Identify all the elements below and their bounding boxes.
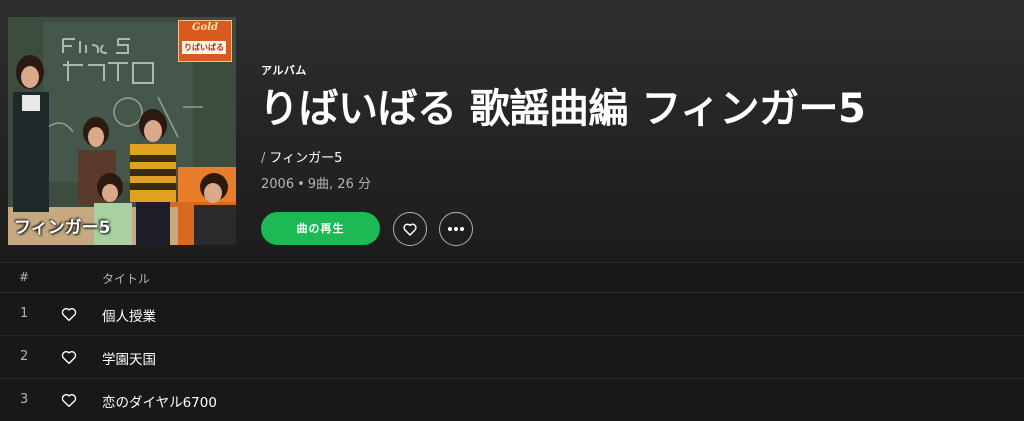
more-options-button[interactable]: [439, 212, 473, 246]
album-title: りばいばる 歌謡曲編 フィンガー5: [259, 86, 866, 132]
album-page: Gold りばいばる フィンガー5 アルバム りばいばる 歌謡曲編 フィンガー5…: [0, 0, 1024, 421]
artist-prefix: /: [261, 151, 266, 166]
heart-icon[interactable]: [60, 391, 78, 409]
column-number: #: [19, 270, 30, 284]
heart-icon[interactable]: [60, 348, 78, 366]
artist-line: / フィンガー5: [261, 147, 342, 166]
column-title[interactable]: タイトル: [102, 270, 150, 287]
track-row[interactable]: 3 恋のダイヤル6700: [0, 379, 1024, 421]
cover-badge-subtitle: りばいばる: [182, 41, 226, 54]
track-number: 2: [20, 349, 29, 364]
track-list-header: # タイトル: [0, 262, 1024, 293]
album-header: Gold りばいばる フィンガー5 アルバム りばいばる 歌謡曲編 フィンガー5…: [0, 0, 1024, 262]
meta-separator: •: [297, 177, 305, 192]
artist-link[interactable]: フィンガー5: [269, 151, 342, 166]
track-row[interactable]: 1 個人授業: [0, 293, 1024, 336]
album-year: 2006: [261, 177, 295, 192]
ellipsis-icon: [448, 227, 464, 231]
track-number: 3: [20, 392, 29, 407]
album-track-summary: 9曲, 26 分: [307, 177, 371, 192]
track-row[interactable]: 2 学園天国: [0, 336, 1024, 379]
track-number: 1: [20, 306, 29, 321]
cover-artist-caption: フィンガー5: [14, 218, 111, 238]
album-meta: 2006 • 9曲, 26 分: [261, 173, 371, 192]
track-list: # タイトル 1 個人授業 2 学園天国 3 恋のダイヤル6700: [0, 262, 1024, 421]
cover-badge-title: Gold: [191, 22, 218, 33]
play-button[interactable]: 曲の再生: [261, 212, 380, 245]
heart-icon: [403, 223, 417, 236]
like-album-button[interactable]: [393, 212, 427, 246]
track-title[interactable]: 個人授業: [102, 305, 156, 325]
heart-icon[interactable]: [60, 305, 78, 323]
track-title[interactable]: 学園天国: [102, 348, 156, 368]
album-cover: Gold りばいばる フィンガー5: [8, 17, 236, 245]
cover-badge: Gold りばいばる: [178, 20, 232, 62]
track-title[interactable]: 恋のダイヤル6700: [102, 391, 217, 411]
